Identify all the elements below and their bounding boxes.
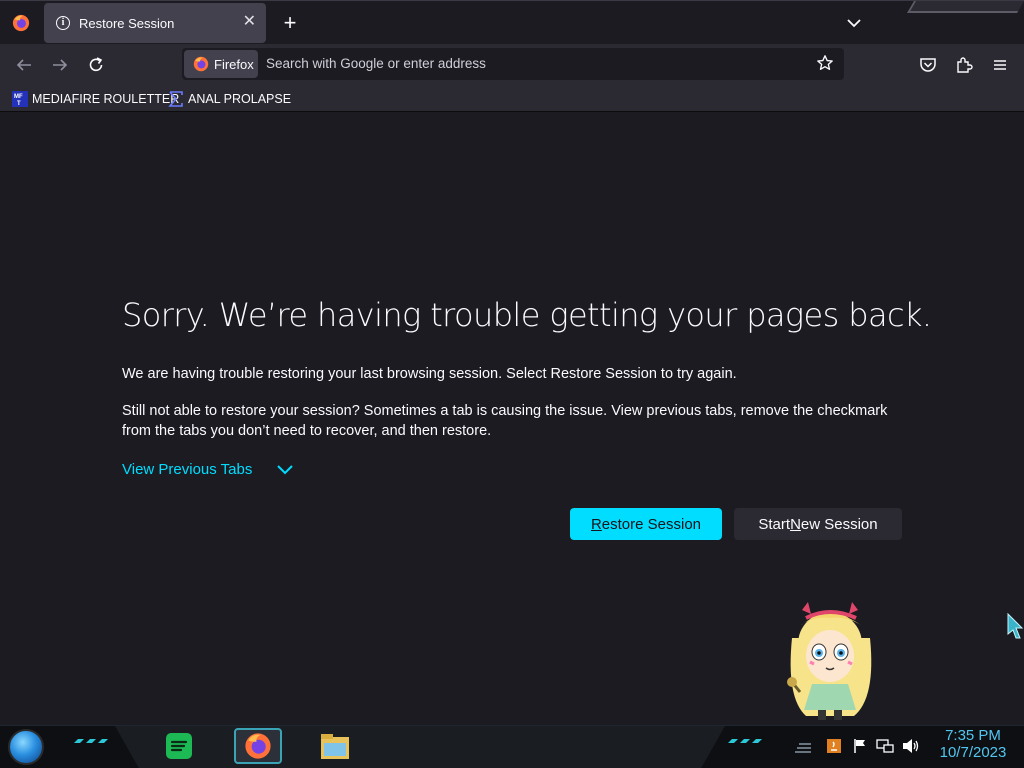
clock-time: 7:35 PM bbox=[945, 727, 1001, 744]
start-new-session-button[interactable]: Start New Session bbox=[734, 508, 902, 540]
view-previous-tabs-label: View Previous Tabs bbox=[122, 461, 253, 478]
java-update-icon[interactable] bbox=[826, 738, 842, 754]
start-new-label-a: Start bbox=[758, 515, 791, 533]
description-text: We are having trouble restoring your las… bbox=[122, 366, 737, 382]
taskbar-center-band bbox=[115, 726, 725, 768]
page-title: Sorry. We’re having trouble getting your… bbox=[122, 296, 932, 334]
decorative-dashes bbox=[728, 739, 762, 743]
cursor-icon bbox=[1007, 612, 1024, 639]
tab-restore-session[interactable]: i Restore Session ✕ bbox=[44, 3, 266, 43]
svg-text:MF: MF bbox=[14, 94, 23, 100]
hamburger-menu-icon bbox=[994, 60, 1006, 70]
identity-label: Firefox bbox=[214, 56, 254, 72]
info-icon: i bbox=[56, 16, 70, 30]
close-tab-icon[interactable]: ✕ bbox=[243, 14, 256, 30]
restore-session-label: estore Session bbox=[601, 515, 702, 533]
accesskey-n: N bbox=[790, 515, 801, 533]
bookmark-label: ANAL PROLAPSE bbox=[188, 92, 292, 106]
puzzle-icon bbox=[957, 57, 973, 73]
flag-icon[interactable] bbox=[852, 738, 868, 754]
clock-date: 10/7/2023 bbox=[939, 744, 1007, 761]
firefox-icon bbox=[245, 733, 271, 759]
bookmark-item-mediafire[interactable]: MF T MEDIAFIRE ROULETTER bbox=[12, 89, 179, 109]
chevron-down-icon bbox=[847, 19, 861, 28]
app-menu-button[interactable] bbox=[986, 51, 1014, 79]
restore-session-button[interactable]: Restore Session bbox=[570, 508, 722, 540]
address-bar[interactable]: Firefox Search with Google or enter addr… bbox=[182, 48, 844, 80]
start-new-label-b: ew Session bbox=[800, 515, 878, 533]
view-previous-tabs-toggle[interactable]: View Previous Tabs bbox=[122, 461, 294, 478]
spotify-like-app-icon bbox=[166, 733, 192, 759]
file-explorer-icon bbox=[321, 734, 349, 759]
arrow-right-icon bbox=[53, 59, 68, 71]
show-hidden-icons-icon[interactable] bbox=[792, 738, 814, 754]
volume-icon[interactable] bbox=[902, 738, 920, 754]
chevron-down-icon bbox=[277, 464, 294, 474]
taskbar-app-spotify[interactable] bbox=[162, 729, 196, 763]
svg-text:T: T bbox=[17, 101, 21, 107]
help-text: Still not able to restore your session? … bbox=[122, 403, 888, 439]
tab-strip: i Restore Session ✕ + bbox=[0, 0, 1024, 44]
back-button[interactable] bbox=[10, 51, 38, 79]
bookmark-label: MEDIAFIRE ROULETTER bbox=[32, 92, 180, 106]
system-tray bbox=[792, 737, 920, 755]
navigation-toolbar: Firefox Search with Google or enter addr… bbox=[0, 44, 1024, 85]
arrow-left-icon bbox=[16, 59, 31, 71]
screen: i Restore Session ✕ + Firefox Search wit… bbox=[0, 0, 1024, 768]
network-icon[interactable] bbox=[876, 738, 894, 754]
reload-icon bbox=[89, 57, 103, 72]
sigma-icon bbox=[168, 91, 183, 107]
firefox-icon bbox=[12, 14, 30, 32]
decorative-dashes bbox=[74, 739, 108, 743]
url-input[interactable]: Search with Google or enter address bbox=[266, 56, 486, 71]
reload-button[interactable] bbox=[82, 51, 110, 79]
list-all-tabs-button[interactable] bbox=[842, 11, 866, 35]
identity-box[interactable]: Firefox bbox=[184, 50, 258, 78]
system-clock[interactable]: 7:35 PM 10/7/2023 bbox=[934, 727, 1012, 761]
pocket-icon bbox=[920, 58, 936, 72]
bookmarks-toolbar: MF T MEDIAFIRE ROULETTER ANAL PROLAPSE bbox=[0, 85, 1024, 112]
firefox-view-button[interactable] bbox=[6, 9, 36, 37]
taskbar-app-firefox[interactable] bbox=[234, 728, 282, 764]
star-icon bbox=[817, 55, 833, 70]
accesskey-r: R bbox=[590, 515, 602, 533]
window-frame-decoration bbox=[907, 1, 1024, 13]
pocket-button[interactable] bbox=[914, 51, 942, 79]
start-button[interactable] bbox=[8, 729, 44, 765]
taskbar-app-file-explorer[interactable] bbox=[318, 729, 352, 763]
mediafire-roulette-icon: MF T bbox=[12, 91, 28, 107]
desktop-mascot-character bbox=[787, 602, 872, 720]
tab-title: Restore Session bbox=[79, 15, 175, 31]
bookmark-item-sigma[interactable]: ANAL PROLAPSE bbox=[168, 89, 291, 109]
extensions-button[interactable] bbox=[950, 51, 978, 79]
bookmark-star-button[interactable] bbox=[816, 54, 836, 74]
new-tab-button[interactable]: + bbox=[280, 9, 300, 37]
firefox-icon bbox=[193, 56, 209, 72]
forward-button[interactable] bbox=[46, 51, 74, 79]
